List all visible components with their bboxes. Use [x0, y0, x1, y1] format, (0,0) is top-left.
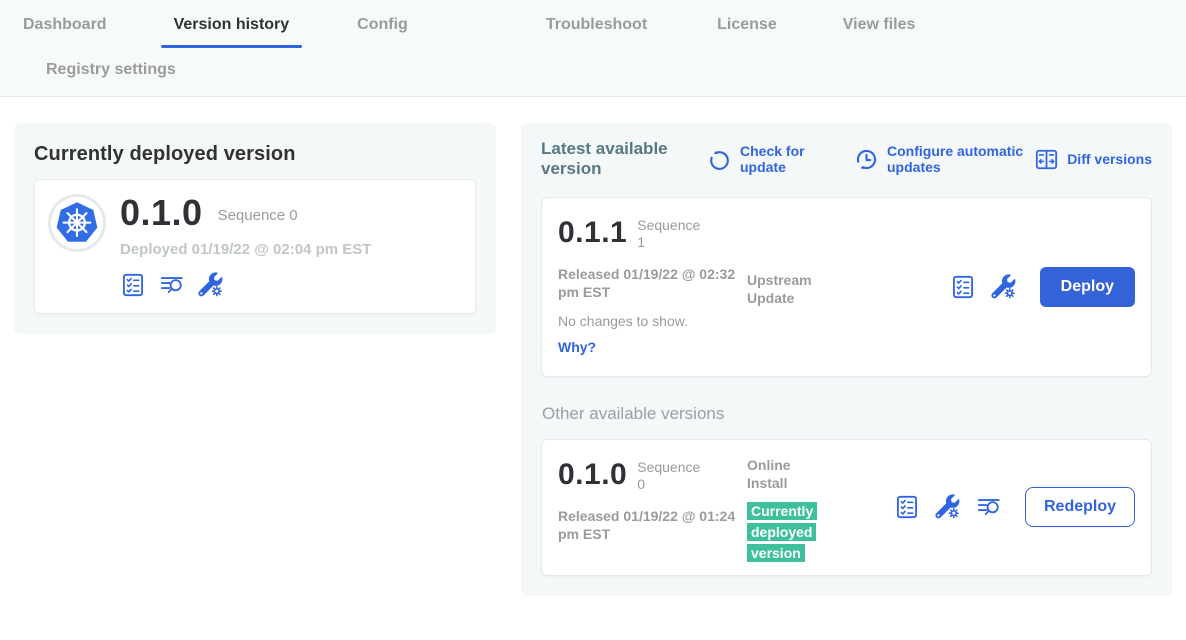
deploy-button[interactable]: Deploy [1040, 267, 1135, 307]
other-version-card: 0.1.0 Sequence 0 Released 01/19/22 @ 01:… [541, 439, 1152, 576]
deployed-version-info: 0.1.0 Sequence 0 Deployed 01/19/22 @ 02:… [120, 195, 371, 298]
deployed-timestamp: Deployed 01/19/22 @ 02:04 pm EST [120, 241, 371, 258]
tab-license[interactable]: License [717, 15, 777, 34]
release-notes-search-icon[interactable] [976, 494, 1002, 520]
latest-card-actions: Deploy [950, 267, 1135, 307]
tab-troubleshoot[interactable]: Troubleshoot [546, 15, 647, 34]
preflight-checklist-icon[interactable] [894, 494, 920, 520]
version-number: 0.1.0 [558, 460, 627, 490]
version-row: 0.1.1 Sequence 1 [558, 214, 1135, 252]
tab-version-history[interactable]: Version history [174, 15, 290, 34]
released-timestamp: Released 01/19/22 @ 02:32 pm EST [558, 265, 736, 301]
configure-automatic-updates-link[interactable]: Configure automatic updates [854, 143, 1025, 175]
sequence-label: Sequence 0 [218, 203, 298, 224]
latest-panel-header: Latest available version Check for updat… [541, 139, 1152, 180]
nav-row-secondary: Registry settings [46, 60, 1186, 79]
config-wrench-gear-icon[interactable] [198, 272, 224, 298]
release-notes-search-icon[interactable] [159, 272, 185, 298]
other-card-actions: Redeploy [894, 487, 1135, 527]
currently-deployed-title: Currently deployed version [34, 143, 476, 166]
refresh-icon [707, 147, 732, 172]
version-source: Upstream Update [747, 271, 833, 307]
config-wrench-gear-icon[interactable] [935, 494, 961, 520]
preflight-checklist-icon[interactable] [120, 272, 146, 298]
auto-update-clock-icon [854, 147, 879, 172]
redeploy-button[interactable]: Redeploy [1025, 487, 1135, 527]
kubernetes-logo-icon [51, 197, 103, 249]
check-for-update-link[interactable]: Check for update [707, 143, 812, 175]
preflight-checklist-icon[interactable] [950, 274, 976, 300]
tab-config[interactable]: Config [357, 15, 408, 34]
diff-icon [1034, 147, 1059, 172]
currently-deployed-badge-wrap: Currently deployed version [747, 501, 827, 564]
main-content: Currently deployed version 0.1.0 Sequenc… [0, 97, 1186, 596]
deployed-card-actions [120, 272, 371, 298]
changes-text: No changes to show. [558, 313, 1135, 329]
version-source: Online Install [747, 456, 807, 492]
top-nav: Dashboard Version history Config Trouble… [0, 0, 1186, 97]
latest-version-card: 0.1.1 Sequence 1 Released 01/19/22 @ 02:… [541, 197, 1152, 377]
tab-dashboard[interactable]: Dashboard [23, 15, 107, 34]
latest-available-panel: Latest available version Check for updat… [521, 123, 1172, 596]
sequence-label: Sequence 1 [637, 214, 705, 252]
tab-view-files[interactable]: View files [843, 15, 916, 34]
version-number: 0.1.0 [120, 195, 203, 231]
sequence-label: Sequence 0 [637, 456, 705, 494]
diff-versions-label: Diff versions [1067, 151, 1152, 167]
nav-row-primary: Dashboard Version history Config Trouble… [23, 15, 1186, 34]
tab-registry-settings[interactable]: Registry settings [46, 60, 176, 79]
config-wrench-gear-icon[interactable] [991, 274, 1017, 300]
latest-available-title: Latest available version [541, 139, 681, 180]
released-timestamp: Released 01/19/22 @ 01:24 pm EST [558, 507, 736, 543]
check-for-update-label: Check for update [740, 143, 812, 175]
version-row: 0.1.0 Sequence 0 [120, 195, 371, 231]
configure-automatic-updates-label: Configure automatic updates [887, 143, 1025, 175]
currently-deployed-panel: Currently deployed version 0.1.0 Sequenc… [14, 123, 496, 334]
currently-deployed-badge: Currently deployed version [747, 502, 817, 562]
other-versions-title: Other available versions [542, 404, 1151, 424]
kots-admin-console: Dashboard Version history Config Trouble… [0, 0, 1186, 640]
why-link[interactable]: Why? [558, 339, 596, 355]
deployed-version-card: 0.1.0 Sequence 0 Deployed 01/19/22 @ 02:… [34, 179, 476, 314]
diff-versions-link[interactable]: Diff versions [1034, 147, 1152, 172]
version-number: 0.1.1 [558, 218, 627, 248]
